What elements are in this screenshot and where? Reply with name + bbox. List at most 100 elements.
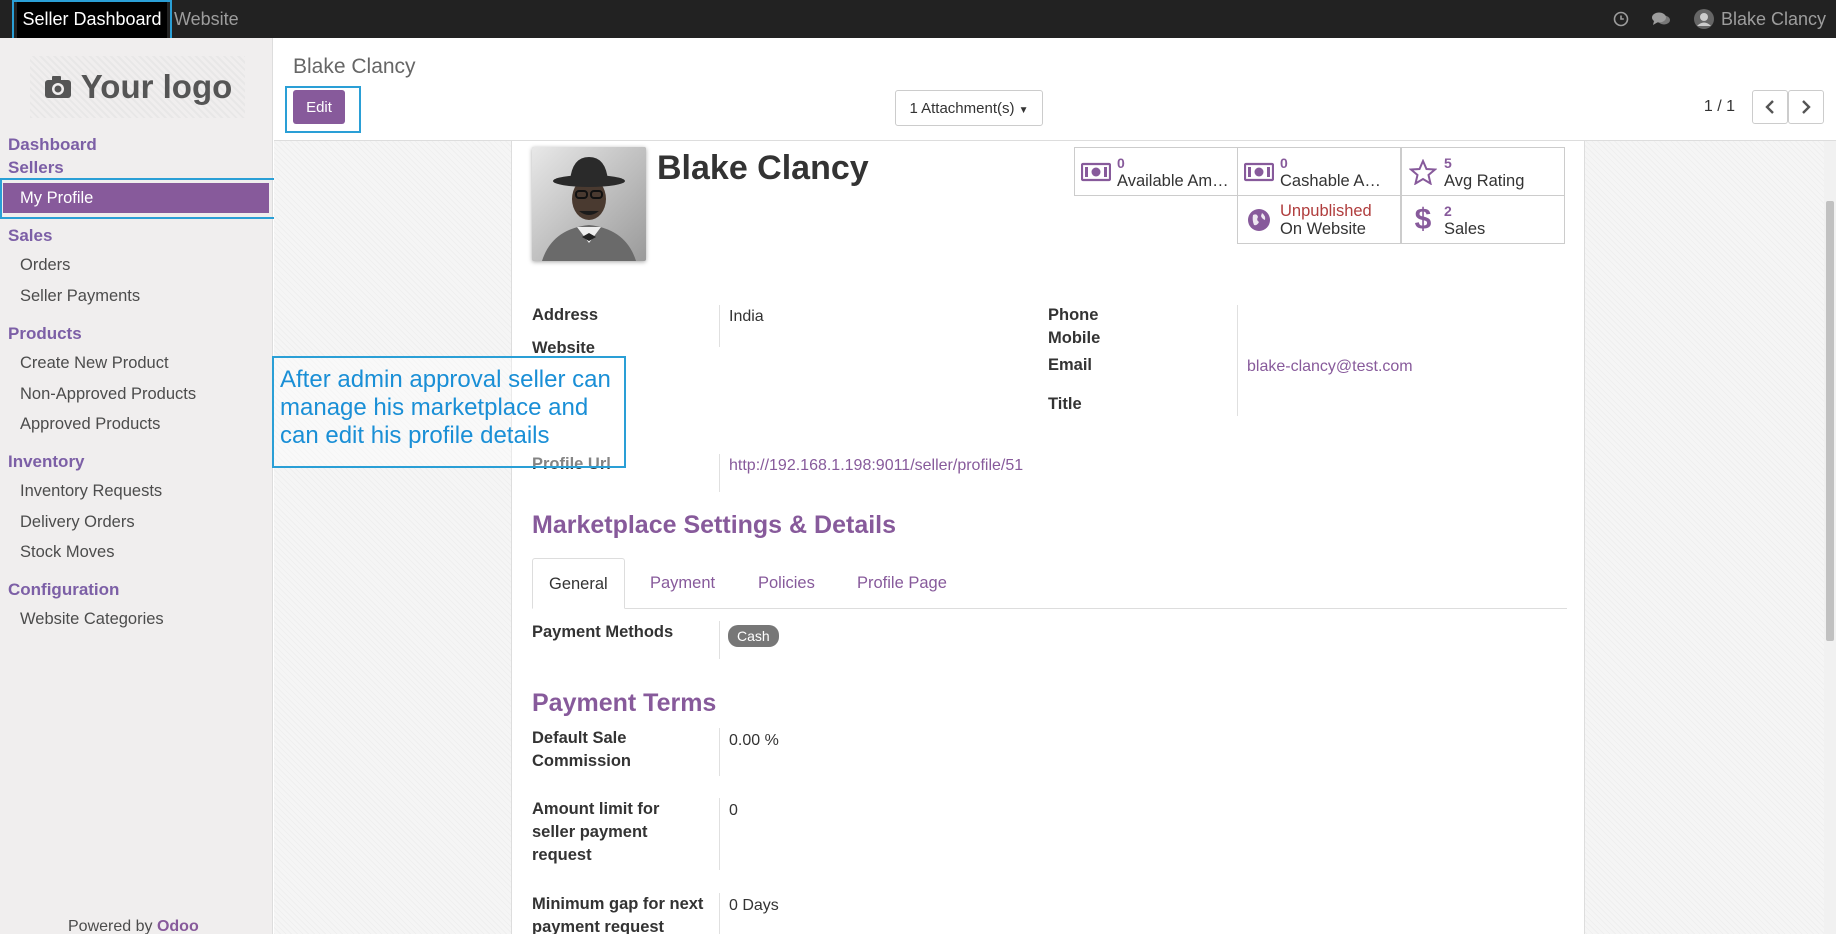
user-menu-name[interactable]: Blake Clancy (1721, 9, 1826, 30)
address-value: India (729, 308, 764, 325)
sidebar-item-seller-payments[interactable]: Seller Payments (20, 287, 140, 306)
camera-icon (44, 76, 71, 98)
avg-rating-value: 5 (1444, 154, 1452, 171)
sidebar-heading-inventory[interactable]: Inventory (8, 452, 85, 472)
annotation-highlight-my-profile (0, 178, 283, 219)
scrollbar[interactable] (1824, 141, 1836, 934)
tab-profile-page[interactable]: Profile Page (841, 558, 963, 609)
chat-icon[interactable] (1651, 11, 1671, 27)
amount-limit-value: 0 (729, 802, 738, 819)
chevron-right-icon (1802, 100, 1811, 114)
available-amount-label: Available Am… (1117, 171, 1229, 190)
sidebar-item-approved-products[interactable]: Approved Products (20, 415, 160, 434)
form-view: Blake Clancy 0 Available Am… 0 Cashable A…… (274, 141, 1836, 934)
sidebar-heading-sales[interactable]: Sales (8, 226, 52, 246)
divider (719, 798, 720, 870)
annotation-line: can edit his profile details (280, 422, 550, 449)
clock-icon[interactable] (1613, 11, 1629, 27)
payment-method-tag[interactable]: Cash (728, 625, 779, 647)
pager-previous-button[interactable] (1752, 90, 1788, 124)
attachments-label: 1 Attachment(s) (909, 99, 1015, 117)
dollar-icon: $ (1414, 202, 1432, 236)
logo-text: Your logo (80, 68, 233, 105)
notebook-tabs: General Payment Policies Profile Page (532, 558, 1567, 609)
profile-url-link[interactable]: http://192.168.1.198:9011/seller/profile… (729, 457, 1023, 475)
chevron-left-icon (1765, 100, 1774, 114)
publish-status: Unpublished (1280, 201, 1372, 220)
odoo-link[interactable]: Odoo (157, 918, 199, 934)
scrollbar-thumb[interactable] (1826, 201, 1834, 641)
sidebar-item-delivery-orders[interactable]: Delivery Orders (20, 513, 135, 532)
star-icon (1409, 158, 1437, 185)
marketplace-section-title: Marketplace Settings & Details (532, 511, 897, 539)
payment-terms-title: Payment Terms (532, 689, 717, 717)
stat-sales[interactable]: $ 2 Sales (1401, 195, 1565, 244)
seller-avatar[interactable] (532, 147, 646, 261)
sales-count: 2 (1444, 202, 1452, 219)
sidebar-heading-sellers[interactable]: Sellers (8, 158, 64, 178)
menu-website[interactable]: Website (174, 0, 239, 38)
company-logo[interactable]: Your logo (30, 56, 245, 118)
cashable-amount-label: Cashable A… (1280, 171, 1381, 190)
phone-label: Phone (1048, 306, 1099, 324)
form-sheet: Blake Clancy 0 Available Am… 0 Cashable A…… (511, 141, 1585, 934)
sidebar-item-inventory-requests[interactable]: Inventory Requests (20, 482, 162, 501)
stat-website-publish[interactable]: Unpublished On Website (1237, 195, 1401, 244)
globe-icon (1248, 208, 1270, 231)
breadcrumb[interactable]: Blake Clancy (293, 55, 416, 79)
seller-name: Blake Clancy (657, 149, 869, 187)
sidebar-heading-configuration[interactable]: Configuration (8, 580, 119, 600)
address-label: Address (532, 306, 599, 324)
default-commission-label: Commission (532, 752, 632, 770)
pager-value[interactable]: 1 / 1 (1704, 98, 1735, 116)
sidebar-heading-products[interactable]: Products (8, 324, 82, 344)
sidebar-item-orders[interactable]: Orders (20, 256, 70, 275)
email-label: Email (1048, 356, 1093, 374)
publish-label: On Website (1280, 219, 1366, 238)
tab-payment[interactable]: Payment (634, 558, 731, 609)
divider (719, 728, 720, 776)
available-amount-value: 0 (1117, 154, 1125, 171)
cashable-amount-value: 0 (1280, 154, 1288, 171)
divider (719, 454, 720, 492)
sidebar-item-stock-moves[interactable]: Stock Moves (20, 543, 114, 562)
top-navbar: Seller Dashboard Website Blake Clancy (0, 0, 1836, 38)
money-icon (1081, 162, 1111, 181)
stat-cashable-amount[interactable]: 0 Cashable A… (1237, 147, 1401, 196)
control-panel: Blake Clancy Edit 1 Attachment(s) ▼ 1 / … (274, 38, 1836, 141)
stat-buttons: 0 Available Am… 0 Cashable A… 5 Avg Rating … (1074, 147, 1567, 245)
stat-avg-rating[interactable]: 5 Avg Rating (1401, 147, 1565, 196)
annotation-callout: After admin approval seller can manage h… (272, 356, 626, 468)
stat-available-amount[interactable]: 0 Available Am… (1074, 147, 1238, 196)
divider (719, 893, 720, 934)
divider (1237, 305, 1238, 416)
min-gap-value: 0 Days (729, 897, 779, 914)
default-commission-value: 0.00 % (729, 732, 779, 749)
sales-label: Sales (1444, 219, 1486, 238)
avg-rating-label: Avg Rating (1444, 171, 1525, 190)
user-avatar-icon[interactable] (1693, 8, 1715, 30)
powered-by: Powered by Odoo (68, 918, 199, 934)
powered-by-text: Powered by (68, 918, 153, 934)
tab-policies[interactable]: Policies (742, 558, 831, 609)
systray: Blake Clancy (1613, 0, 1826, 38)
title-label: Title (1048, 395, 1082, 413)
annotation-highlight-edit (285, 86, 361, 133)
mobile-label: Mobile (1048, 329, 1101, 347)
tab-general[interactable]: General (532, 558, 625, 609)
annotation-line: manage his marketplace and (280, 394, 589, 421)
min-gap-label: Minimum gap for next (532, 895, 704, 913)
email-link[interactable]: blake-clancy@test.com (1247, 358, 1413, 376)
money-icon (1244, 162, 1274, 181)
sidebar-item-website-categories[interactable]: Website Categories (20, 610, 164, 629)
default-commission-label: Default Sale (532, 729, 627, 747)
caret-down-icon: ▼ (1018, 104, 1029, 116)
attachments-dropdown[interactable]: 1 Attachment(s) ▼ (895, 90, 1043, 126)
sidebar-item-create-new-product[interactable]: Create New Product (20, 354, 169, 373)
sidebar-item-non-approved-products[interactable]: Non-Approved Products (20, 385, 196, 404)
divider (719, 305, 720, 347)
sidebar-heading-dashboard[interactable]: Dashboard (8, 135, 97, 155)
pager-next-button[interactable] (1788, 90, 1824, 124)
sidebar: Your logo Dashboard Sellers My Profile S… (0, 38, 273, 934)
annotation-line: After admin approval seller can (280, 366, 611, 393)
